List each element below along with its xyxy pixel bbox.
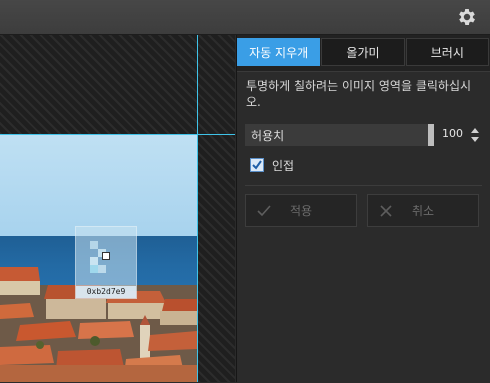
tolerance-slider[interactable]: 허용치 [245, 124, 428, 146]
check-icon [257, 205, 271, 217]
tolerance-value[interactable]: 100 [442, 127, 463, 140]
cancel-button[interactable]: 취소 [367, 194, 479, 227]
tolerance-label: 허용치 [251, 129, 285, 143]
close-icon [380, 205, 392, 217]
image-canvas[interactable]: 0xb2d7e9 [0, 35, 235, 382]
instruction-text: 투명하게 칠하려는 이미지 영역을 클릭하십시오. [246, 79, 472, 109]
tab-content: 투명하게 칠하려는 이미지 영역을 클릭하십시오. 허용치 100 인접 적용 … [237, 71, 490, 383]
spin-arrows-icon[interactable] [470, 126, 480, 144]
contiguous-checkbox[interactable] [250, 158, 264, 172]
tool-panel: 자동 지우개 올가미 브러시 투명하게 칠하려는 이미지 영역을 클릭하십시오.… [236, 35, 490, 383]
tab-lasso[interactable]: 올가미 [321, 38, 405, 66]
tool-tabs: 자동 지우개 올가미 브러시 [237, 38, 490, 68]
apply-button[interactable]: 적용 [245, 194, 357, 227]
color-magnifier: 0xb2d7e9 [75, 226, 137, 299]
tab-auto-eraser[interactable]: 자동 지우개 [237, 38, 321, 66]
tolerance-row: 허용치 100 [245, 124, 481, 146]
tolerance-slider-handle[interactable] [428, 124, 434, 146]
vertical-guide-line [197, 35, 198, 382]
horizontal-guide-line [0, 134, 235, 135]
divider [245, 185, 482, 186]
gear-icon[interactable] [456, 6, 478, 28]
top-toolbar [0, 0, 490, 35]
tab-brush[interactable]: 브러시 [405, 38, 489, 66]
picker-cursor [102, 252, 110, 260]
hex-readout: 0xb2d7e9 [76, 286, 136, 298]
contiguous-label: 인접 [272, 158, 295, 173]
checkmark-icon [252, 160, 262, 170]
contiguous-row: 인접 [250, 155, 294, 175]
